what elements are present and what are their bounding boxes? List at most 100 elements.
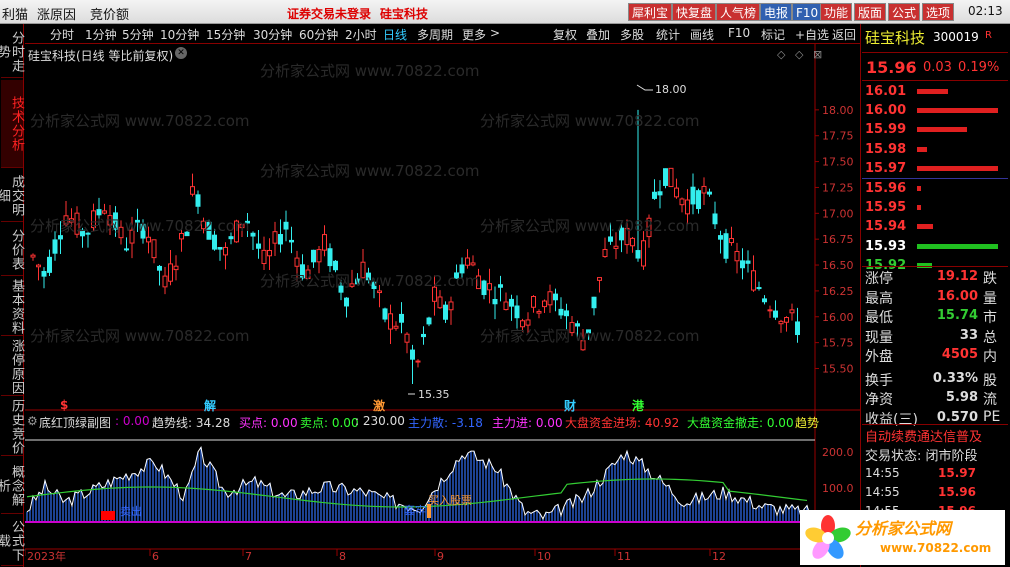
tab-history-auction[interactable]: 历史竞价 bbox=[1, 398, 24, 456]
toolbar-button-popularity[interactable]: 人气榜 bbox=[716, 3, 761, 21]
candle-body bbox=[558, 308, 564, 316]
toolbar-button-formula[interactable]: 公式 bbox=[888, 3, 921, 21]
order-book-row[interactable]: 15.97 bbox=[862, 159, 1007, 178]
stat-label: 最低 bbox=[865, 310, 893, 326]
candle-body bbox=[465, 257, 470, 266]
period-daily[interactable]: 日线 bbox=[383, 26, 407, 43]
price-tick-label: 16.00 bbox=[822, 311, 854, 324]
candle-body bbox=[795, 321, 800, 336]
time-tick-label: 12 bbox=[712, 550, 726, 563]
period-10min[interactable]: 10分钟 bbox=[160, 26, 199, 43]
order-book-row[interactable]: 16.01 bbox=[862, 82, 1007, 101]
candle-body bbox=[228, 236, 234, 240]
tool-statistics[interactable]: 统计 bbox=[656, 26, 680, 43]
candle-body bbox=[542, 300, 547, 308]
order-book-row[interactable]: 15.99 bbox=[862, 120, 1007, 139]
stat-label: 涨停 bbox=[865, 271, 893, 287]
order-book-row[interactable]: 16.00 bbox=[862, 101, 1007, 120]
toolbar-button-f10[interactable]: F10 bbox=[792, 3, 823, 21]
candle-body bbox=[531, 296, 536, 308]
candle-body bbox=[393, 325, 399, 329]
toolbar-button-xilibao[interactable]: 犀利宝 bbox=[628, 3, 673, 21]
candle-body bbox=[679, 198, 685, 206]
order-book-row[interactable]: 15.94 bbox=[862, 217, 1007, 236]
trade-state: 交易状态: 闭市阶段 bbox=[865, 449, 978, 464]
tab-formula-download[interactable]: 公式下载 bbox=[0, 516, 24, 566]
period-60min[interactable]: 60分钟 bbox=[299, 26, 338, 43]
period-5min[interactable]: 5分钟 bbox=[122, 26, 154, 43]
menu-item-reason[interactable]: 涨原因 bbox=[37, 4, 76, 23]
toolbar-button-function[interactable]: 功能 bbox=[820, 3, 853, 21]
tab-intraday[interactable]: 分时走势 bbox=[0, 26, 24, 78]
divider bbox=[862, 52, 1008, 53]
period-15min[interactable]: 15分钟 bbox=[206, 26, 245, 43]
time-tick-label: 11 bbox=[617, 550, 631, 563]
indicator-value: 卖点: 0.00 bbox=[300, 416, 359, 430]
candle-body bbox=[503, 301, 509, 311]
order-book-row[interactable]: 15.95 bbox=[862, 198, 1007, 217]
tool-mark[interactable]: 标记 bbox=[761, 26, 785, 43]
period-intraday[interactable]: 分时 bbox=[50, 26, 74, 43]
toolbar-button-telegraph[interactable]: 电报 bbox=[760, 3, 793, 21]
time-tick-label: 7 bbox=[245, 550, 252, 563]
login-notice[interactable]: 证券交易未登录 bbox=[287, 5, 371, 22]
stat-tail-label: 市 bbox=[983, 310, 997, 326]
price-tick-label: 18.00 bbox=[822, 104, 854, 117]
period-more[interactable]: 更多 bbox=[462, 26, 486, 43]
period-2hour[interactable]: 2小时 bbox=[345, 26, 377, 43]
tool-back[interactable]: 返回 bbox=[832, 26, 856, 43]
candle-body bbox=[448, 301, 454, 311]
tool-multistock[interactable]: 多股 bbox=[620, 26, 644, 43]
tab-technical-analysis[interactable]: 技术分析 bbox=[1, 80, 24, 168]
chevron-right-icon[interactable]: > bbox=[490, 26, 500, 40]
annotation-mark[interactable]: $ bbox=[60, 398, 68, 412]
menu-item-auction[interactable]: 竞价额 bbox=[90, 4, 129, 23]
price-tick-label: 17.50 bbox=[822, 156, 854, 169]
menu-item-limao[interactable]: 利猫 bbox=[2, 4, 28, 23]
toolbar-button-options[interactable]: 选项 bbox=[922, 3, 955, 21]
toolbar-button-replay[interactable]: 快复盘 bbox=[672, 3, 717, 21]
order-book-row[interactable]: 15.93 bbox=[862, 237, 1007, 256]
order-price: 15.99 bbox=[865, 122, 907, 138]
tab-basic-info[interactable]: 基本资料 bbox=[1, 278, 24, 336]
indicator-name[interactable]: 底红顶绿副图 bbox=[39, 414, 111, 431]
candle-body bbox=[751, 270, 756, 291]
price-tick-label: 16.75 bbox=[822, 233, 854, 246]
high-marker bbox=[636, 84, 653, 91]
time-tick-label: 10 bbox=[537, 550, 551, 563]
candle-body bbox=[190, 186, 195, 195]
stat-value: 0.33% bbox=[932, 370, 978, 386]
tool-draw-line[interactable]: 画线 bbox=[690, 26, 714, 43]
tool-adjust[interactable]: 复权 bbox=[553, 26, 577, 43]
candle-body bbox=[168, 263, 173, 282]
tool-overlay[interactable]: 叠加 bbox=[586, 26, 610, 43]
candle-body bbox=[718, 235, 723, 240]
period-1min[interactable]: 1分钟 bbox=[85, 26, 117, 43]
candle-body bbox=[745, 260, 751, 264]
order-book-row[interactable]: 15.98 bbox=[862, 140, 1007, 159]
indicator-value: 大盘资金进场: 40.92 bbox=[565, 416, 680, 430]
chevron-down-icon[interactable]: ✕ bbox=[175, 47, 187, 59]
tab-price-table[interactable]: 分价表 bbox=[1, 224, 24, 276]
toolbar-button-layout[interactable]: 版面 bbox=[854, 3, 887, 21]
stat-tail-label: PE bbox=[983, 408, 1001, 425]
time-tick-label: 9 bbox=[437, 550, 444, 563]
watermark: 分析家公式网 www.70822.com bbox=[480, 327, 700, 345]
period-multi[interactable]: 多周期 bbox=[417, 26, 453, 43]
watermark: 分析家公式网 www.70822.com bbox=[260, 162, 480, 180]
stat-tail-label: 量 bbox=[983, 290, 997, 307]
candle-body bbox=[426, 317, 432, 325]
order-price: 15.96 bbox=[865, 181, 907, 196]
period-30min[interactable]: 30分钟 bbox=[253, 26, 292, 43]
tab-concept-analysis[interactable]: 概念解析 bbox=[0, 458, 24, 514]
time-tick-label: 6 bbox=[152, 550, 159, 563]
stat-label: 净资 bbox=[865, 392, 893, 408]
auto-renew-notice[interactable]: 自动续费通达信普及 bbox=[865, 426, 1008, 445]
candle-body bbox=[443, 304, 448, 320]
tool-f10[interactable]: F10 bbox=[728, 26, 750, 40]
tab-trade-details[interactable]: 成交明细 bbox=[0, 170, 24, 222]
tool-add-favorite[interactable]: +自选 bbox=[795, 26, 829, 43]
tab-limit-reason[interactable]: 涨停原因 bbox=[1, 338, 24, 396]
settings-icon[interactable]: ⚙ bbox=[27, 414, 38, 428]
order-book-row[interactable]: 15.96 bbox=[862, 179, 1007, 198]
